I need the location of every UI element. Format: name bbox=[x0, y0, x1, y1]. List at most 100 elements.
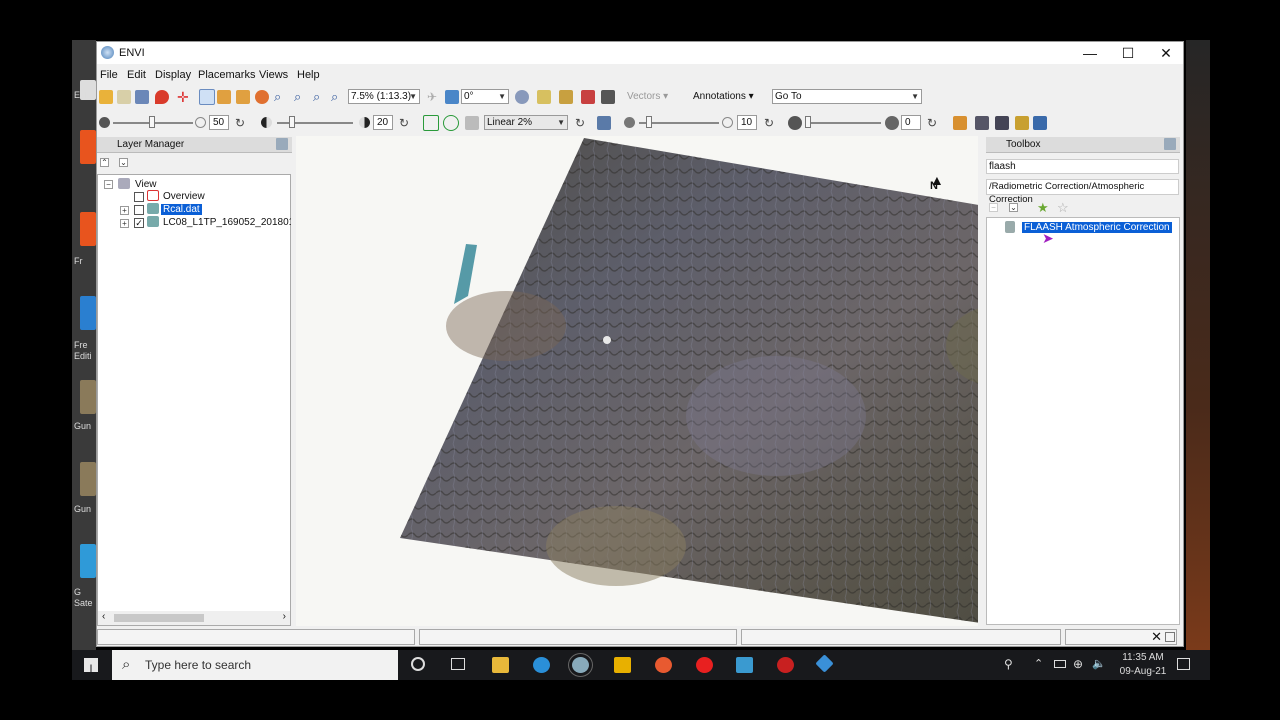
stretch-icon[interactable] bbox=[465, 116, 479, 130]
reset-icon[interactable]: ↻ bbox=[575, 116, 589, 130]
histogram-icon[interactable] bbox=[597, 116, 611, 130]
measure-icon[interactable] bbox=[953, 116, 967, 130]
overview-checkbox[interactable] bbox=[134, 192, 144, 202]
zoom-in-icon[interactable]: ⌕ bbox=[294, 90, 308, 104]
zoom-out-icon[interactable]: ⌕ bbox=[313, 90, 327, 104]
brightness-slider-handle[interactable] bbox=[149, 116, 155, 128]
tree-item-overview[interactable]: Overview bbox=[163, 191, 205, 202]
horizontal-scrollbar[interactable]: ‹ › bbox=[98, 611, 290, 625]
zoom-full-icon[interactable] bbox=[423, 115, 439, 131]
volume-icon[interactable]: 🔈 bbox=[1092, 657, 1106, 670]
rotation-combo[interactable]: 0° ▼ bbox=[461, 89, 509, 104]
toolbox-search-input[interactable]: flaash bbox=[986, 159, 1179, 174]
view-swipe-icon[interactable] bbox=[1033, 116, 1047, 130]
zoom-fixed-icon[interactable]: ⌕ bbox=[331, 90, 345, 104]
rotate-icon[interactable] bbox=[255, 90, 269, 104]
vectors-menu[interactable]: Vectors ▾ bbox=[627, 91, 668, 102]
profile-icon[interactable] bbox=[559, 90, 573, 104]
network-icon[interactable]: ⊕ bbox=[1073, 657, 1083, 671]
desktop-icon-6[interactable] bbox=[80, 544, 96, 578]
rcal-checkbox[interactable] bbox=[134, 205, 144, 215]
clock-date[interactable]: 09-Aug-21 bbox=[1116, 666, 1170, 677]
windows-start-icon[interactable] bbox=[84, 658, 98, 672]
globe-icon[interactable] bbox=[515, 90, 529, 104]
tree-item-rcal[interactable]: Rcal.dat bbox=[161, 204, 202, 215]
reset-icon[interactable]: ↻ bbox=[927, 116, 941, 130]
edge-icon[interactable] bbox=[533, 657, 550, 673]
rotate-view-icon[interactable]: ✈ bbox=[427, 90, 441, 104]
zoom-icon[interactable]: ⌕ bbox=[274, 90, 288, 104]
image-view[interactable]: ▲ N bbox=[296, 136, 1073, 626]
annotations-menu[interactable]: Annotations ▾ bbox=[693, 91, 754, 102]
refresh-view-icon[interactable] bbox=[443, 115, 459, 131]
tree-expand-toggle[interactable]: + bbox=[120, 206, 129, 215]
cancel-process-icon[interactable]: ✕ bbox=[1151, 629, 1162, 645]
minimize-button[interactable]: — bbox=[1071, 42, 1109, 64]
layer-icon[interactable] bbox=[135, 90, 149, 104]
satellite-app-icon[interactable] bbox=[815, 654, 834, 673]
menu-file[interactable]: File bbox=[100, 69, 118, 81]
maximize-button[interactable]: ☐ bbox=[1109, 42, 1147, 64]
desktop-icon-3[interactable] bbox=[80, 296, 96, 330]
chevron-up-icon[interactable]: ⌃ bbox=[1034, 657, 1043, 670]
desktop-icon-4[interactable] bbox=[80, 380, 96, 414]
data-manager-icon[interactable] bbox=[117, 90, 131, 104]
sharpen-slider-handle[interactable] bbox=[646, 116, 652, 128]
stretch-combo[interactable]: Linear 2% ▼ bbox=[484, 115, 568, 130]
people-icon[interactable]: ⚲ bbox=[1004, 657, 1013, 671]
battery-icon[interactable] bbox=[1054, 660, 1066, 668]
add-favorite-icon[interactable]: ★ bbox=[1037, 200, 1049, 216]
envi-taskbar-icon[interactable] bbox=[568, 653, 593, 677]
tree-item-view[interactable]: View bbox=[135, 179, 157, 190]
tree-collapse-toggle[interactable]: − bbox=[104, 180, 113, 189]
portal-icon[interactable] bbox=[975, 116, 989, 130]
menu-display[interactable]: Display bbox=[155, 69, 191, 81]
view-flicker-icon[interactable] bbox=[1015, 116, 1029, 130]
chrome-icon[interactable] bbox=[777, 657, 794, 673]
menu-placemarks[interactable]: Placemarks bbox=[198, 69, 255, 81]
reset-icon[interactable]: ↻ bbox=[764, 116, 778, 130]
scroll-left-icon[interactable]: ‹ bbox=[102, 611, 105, 622]
tree-item-landsat[interactable]: LC08_L1TP_169052_20180120 bbox=[163, 217, 291, 228]
rotate-to-icon[interactable] bbox=[445, 90, 459, 104]
expand-all-icon[interactable]: ⌄ bbox=[1009, 203, 1018, 212]
panel-pin-icon[interactable] bbox=[276, 138, 288, 150]
task-view-icon[interactable] bbox=[451, 658, 465, 670]
menu-edit[interactable]: Edit bbox=[127, 69, 146, 81]
pin-icon[interactable] bbox=[155, 90, 169, 104]
view-blend-icon[interactable] bbox=[995, 116, 1009, 130]
close-button[interactable]: ✕ bbox=[1147, 42, 1185, 64]
pan-icon[interactable] bbox=[217, 90, 231, 104]
opera-icon[interactable] bbox=[696, 657, 713, 673]
file-explorer-icon[interactable] bbox=[492, 657, 509, 673]
clock-time[interactable]: 11:35 AM bbox=[1116, 652, 1170, 663]
collapse-all-icon[interactable]: − bbox=[989, 203, 998, 212]
panel-pin-icon[interactable] bbox=[1164, 138, 1176, 150]
reset-icon[interactable]: ↻ bbox=[399, 116, 413, 130]
keyboard-icon[interactable] bbox=[601, 90, 615, 104]
chart-icon[interactable] bbox=[581, 90, 595, 104]
notification-icon[interactable] bbox=[1177, 658, 1190, 670]
reset-icon[interactable]: ↻ bbox=[235, 116, 249, 130]
maps-app-icon[interactable] bbox=[736, 657, 753, 673]
expand-all-icon[interactable]: ⌄ bbox=[119, 158, 128, 167]
transparency-slider[interactable] bbox=[805, 122, 881, 124]
media-app-icon[interactable] bbox=[655, 657, 672, 673]
tree-expand-toggle[interactable]: + bbox=[120, 219, 129, 228]
spectral-profile-icon[interactable] bbox=[537, 90, 551, 104]
desktop-icon-1[interactable] bbox=[80, 130, 96, 164]
open-file-icon[interactable] bbox=[99, 90, 113, 104]
scrollbar-thumb[interactable] bbox=[114, 614, 204, 622]
select-icon[interactable] bbox=[199, 89, 215, 105]
desktop-icon-5[interactable] bbox=[80, 462, 96, 496]
menu-views[interactable]: Views bbox=[259, 69, 288, 81]
contrast-value[interactable]: 20 bbox=[373, 115, 393, 130]
transparency-value[interactable]: 0 bbox=[901, 115, 921, 130]
taskbar-search[interactable]: ⌕ Type here to search bbox=[112, 650, 398, 680]
desktop-icon-2[interactable] bbox=[80, 212, 96, 246]
notes-app-icon[interactable] bbox=[614, 657, 631, 673]
menu-help[interactable]: Help bbox=[297, 69, 320, 81]
contrast-slider-handle[interactable] bbox=[289, 116, 295, 128]
crosshair-icon[interactable]: ✛ bbox=[177, 90, 191, 104]
collapse-all-icon[interactable]: ⌃ bbox=[100, 158, 109, 167]
